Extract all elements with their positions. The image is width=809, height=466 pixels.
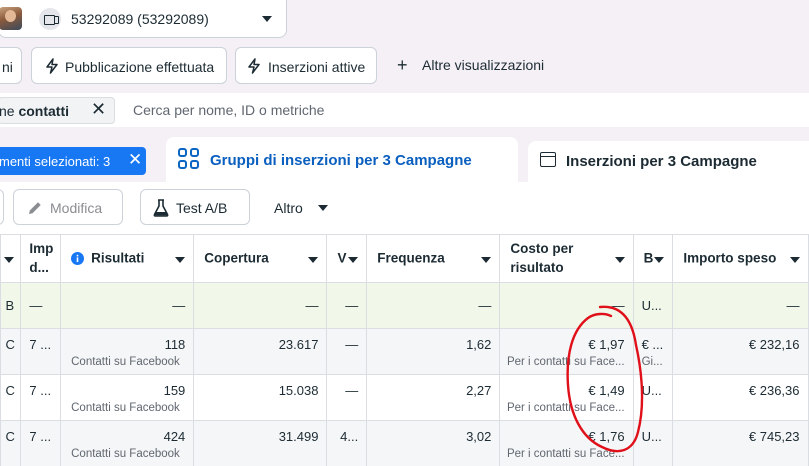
pencil-icon [29, 202, 41, 214]
flask-icon [153, 199, 169, 217]
table-row[interactable]: C 7 ... 424 Contatti su Facebook 31.499 4… [0, 419, 809, 466]
ab-test-label: Test A/B [176, 200, 228, 216]
table-header-row: Imp d... Risultati Copertura V Frequenza … [0, 233, 809, 283]
ad-account-name: 53292089 (53292089) [71, 11, 209, 27]
ab-test-button[interactable]: Test A/B [140, 189, 250, 225]
column-header-impressions[interactable]: Imp d... [20, 233, 62, 283]
more-actions-button[interactable]: Altro [274, 200, 303, 216]
column-header-amount-spent[interactable]: Importo speso [672, 233, 809, 283]
avatar [0, 7, 22, 30]
edit-button[interactable]: Modifica [13, 189, 123, 225]
selection-badge[interactable]: menti selezionati: 3 ✕ [0, 147, 146, 175]
tab-ad-sets[interactable]: Gruppi di inserzioni per 3 Campagne [166, 137, 518, 182]
window-icon [540, 152, 556, 167]
close-icon[interactable]: ✕ [128, 150, 142, 170]
column-header-results[interactable]: Risultati [60, 233, 195, 283]
column-header-b[interactable]: B [632, 233, 674, 283]
table-row[interactable]: C 7 ... 118 Contatti su Facebook 23.617 —… [0, 327, 809, 375]
column-header-v[interactable]: V [326, 233, 368, 283]
edit-button-label: Modifica [50, 200, 103, 216]
ad-sets-table: Imp d... Risultati Copertura V Frequenza … [0, 233, 809, 466]
filter-chip[interactable]: ne contatti ✕ [0, 97, 115, 124]
filter-active-ads-button[interactable]: Inserzioni attive [235, 47, 377, 84]
table-summary-row: B — — — — — — U... — [0, 281, 809, 329]
close-icon[interactable]: ✕ [91, 99, 106, 120]
tab-label: Gruppi di inserzioni per 3 Campagne [210, 152, 472, 169]
search-input[interactable]: Cerca per nome, ID o metriche [133, 102, 324, 118]
tab-ads[interactable]: Inserzioni per 3 Campagne [528, 141, 809, 182]
filter-published-button[interactable]: Pubblicazione effettuata [31, 47, 227, 84]
grid-icon [178, 148, 200, 170]
ad-account-icon [39, 8, 61, 30]
chevron-down-icon [262, 16, 272, 22]
filter-label: Inserzioni attive [268, 59, 366, 75]
chevron-down-icon [318, 205, 328, 211]
column-header[interactable] [0, 233, 22, 283]
filter-label: ni [2, 59, 13, 75]
info-icon [71, 251, 85, 265]
filter-button-partial[interactable]: ni [0, 47, 22, 84]
selection-badge-label: menti selezionati: 3 [0, 154, 111, 169]
column-header-reach[interactable]: Copertura [193, 233, 328, 283]
table-row[interactable]: C 7 ... 159 Contatti su Facebook 15.038 —… [0, 373, 809, 421]
more-views-button[interactable]: Altre visualizzazioni [422, 57, 544, 73]
filter-chip-label: ne contatti [0, 103, 70, 119]
bolt-icon [248, 58, 260, 74]
action-button-partial[interactable] [0, 189, 4, 225]
filter-label: Pubblicazione effettuata [65, 59, 215, 75]
column-header-cost-per-result[interactable]: Costo per risultato [499, 233, 634, 283]
search-bar [0, 93, 809, 127]
plus-icon[interactable]: + [397, 56, 408, 74]
tab-label: Inserzioni per 3 Campagne [566, 153, 757, 170]
bolt-icon [46, 58, 58, 74]
column-header-frequency[interactable]: Frequenza [366, 233, 501, 283]
ad-account-selector[interactable]: 53292089 (53292089) [0, 0, 287, 38]
